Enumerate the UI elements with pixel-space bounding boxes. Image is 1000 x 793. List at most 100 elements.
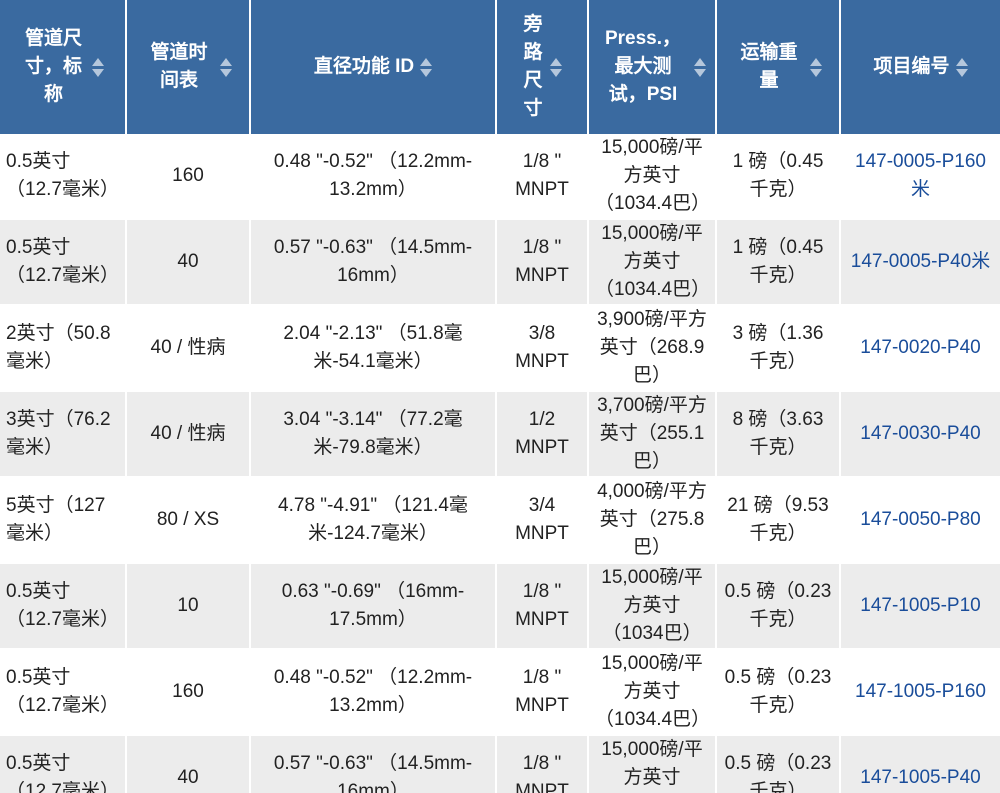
table-row: 0.5英寸（12.7毫米） 160 0.48 "-0.52" （12.2mm-13.… — [0, 649, 1000, 736]
cell-max-pressure: 15,000磅/平方英寸（1034巴） — [588, 735, 717, 793]
column-header-inner-diameter[interactable]: 直径功能 ID — [250, 0, 497, 134]
table-row: 2英寸（50.8毫米） 40 / 性病 2.04 "-2.13" （51.8毫米-5… — [0, 305, 1000, 392]
column-header-size[interactable]: 管道尺寸，标称 — [0, 0, 127, 134]
cell-bypass-size: 1/8 " MNPT — [496, 735, 589, 793]
cell-pipe-size: 3英寸（76.2毫米） — [0, 391, 127, 478]
cell-inner-diameter: 0.57 "-0.63" （14.5mm-16mm） — [250, 735, 497, 793]
sort-descending-icon — [955, 68, 968, 77]
sort-icon[interactable] — [694, 57, 706, 77]
column-header-label: 直径功能 ID — [313, 56, 415, 77]
sort-ascending-icon — [810, 57, 822, 66]
part-number-link[interactable]: 147-1005-P40 — [860, 767, 980, 788]
sort-icon[interactable] — [550, 57, 562, 77]
cell-schedule: 40 / 性病 — [126, 391, 251, 478]
part-number-link[interactable]: 147-1005-P160 — [855, 681, 986, 702]
cell-max-pressure: 4,000磅/平方英寸（275.8巴） — [588, 477, 717, 564]
part-number-link[interactable]: 147-0050-P80 — [860, 509, 980, 530]
sort-icon[interactable] — [220, 57, 232, 77]
sort-ascending-icon — [220, 57, 232, 66]
sort-ascending-icon — [694, 57, 706, 66]
sort-icon[interactable] — [420, 57, 433, 77]
sort-descending-icon — [91, 68, 104, 77]
cell-shipping-weight: 1 磅（0.45 千克） — [716, 134, 841, 220]
part-number-link[interactable]: 147-0005-P160米 — [855, 151, 986, 200]
column-header-label: 运输重量 — [740, 42, 798, 91]
cell-part-number: 147-0050-P80 — [840, 477, 1000, 564]
table-row: 3英寸（76.2毫米） 40 / 性病 3.04 "-3.14" （77.2毫米-7… — [0, 391, 1000, 478]
part-number-link[interactable]: 147-1005-P10 — [860, 595, 980, 616]
cell-schedule: 160 — [126, 649, 251, 736]
cell-inner-diameter: 0.48 "-0.52" （12.2mm-13.2mm） — [250, 649, 497, 736]
cell-bypass-size: 1/8 " MNPT — [496, 649, 589, 736]
cell-pipe-size: 0.5英寸（12.7毫米） — [0, 219, 127, 306]
sort-icon[interactable] — [810, 57, 822, 77]
cell-part-number: 147-0030-P40 — [840, 391, 1000, 478]
cell-part-number: 147-0005-P160米 — [840, 134, 1000, 220]
cell-bypass-size: 3/4 MNPT — [496, 477, 589, 564]
cell-pipe-size: 0.5英寸（12.7毫米） — [0, 649, 127, 736]
cell-part-number: 147-1005-P40 — [840, 735, 1000, 793]
cell-schedule: 160 — [126, 134, 251, 220]
cell-pipe-size: 2英寸（50.8毫米） — [0, 305, 127, 392]
part-number-link[interactable]: 147-0020-P40 — [860, 337, 980, 358]
sort-ascending-icon — [550, 57, 562, 66]
cell-inner-diameter: 4.78 "-4.91" （121.4毫米-124.7毫米） — [250, 477, 497, 564]
cell-shipping-weight: 3 磅（1.36 千克） — [716, 305, 841, 392]
cell-schedule: 80 / XS — [126, 477, 251, 564]
column-header-label: 旁路尺寸 — [523, 14, 543, 119]
cell-part-number: 147-0005-P40米 — [840, 219, 1000, 306]
cell-inner-diameter: 2.04 "-2.13" （51.8毫米-54.1毫米） — [250, 305, 497, 392]
sort-ascending-icon — [420, 57, 433, 66]
cell-part-number: 147-1005-P160 — [840, 649, 1000, 736]
sort-descending-icon — [810, 68, 822, 77]
cell-shipping-weight: 0.5 磅（0.23 千克） — [716, 563, 841, 650]
cell-max-pressure: 15,000磅/平方英寸（1034巴） — [588, 563, 717, 650]
cell-schedule: 40 — [126, 735, 251, 793]
sort-icon[interactable] — [955, 57, 968, 77]
product-spec-table: 管道尺寸，标称 管道时间表 直径功能 ID 旁路尺寸 Press.，最大测试，PSI 运输… — [0, 0, 1000, 793]
sort-ascending-icon — [955, 57, 968, 66]
part-number-link[interactable]: 147-0030-P40 — [860, 423, 980, 444]
cell-shipping-weight: 8 磅（3.63 千克） — [716, 391, 841, 478]
cell-max-pressure: 15,000磅/平方英寸（1034.4巴） — [588, 134, 717, 220]
cell-pipe-size: 0.5英寸（12.7毫米） — [0, 134, 127, 220]
cell-inner-diameter: 0.57 "-0.63" （14.5mm-16mm） — [250, 219, 497, 306]
sort-icon[interactable] — [91, 57, 104, 77]
cell-pipe-size: 5英寸（127毫米） — [0, 477, 127, 564]
column-header-label: Press.，最大测试，PSI — [604, 28, 682, 105]
sort-ascending-icon — [91, 57, 104, 66]
cell-inner-diameter: 0.48 "-0.52" （12.2mm-13.2mm） — [250, 134, 497, 220]
cell-part-number: 147-1005-P10 — [840, 563, 1000, 650]
column-header-schedule[interactable]: 管道时间表 — [126, 0, 251, 134]
cell-bypass-size: 1/2 MNPT — [496, 391, 589, 478]
header-row: 管道尺寸，标称 管道时间表 直径功能 ID 旁路尺寸 Press.，最大测试，PSI 运输… — [0, 0, 1000, 134]
cell-schedule: 40 / 性病 — [126, 305, 251, 392]
cell-bypass-size: 3/8 MNPT — [496, 305, 589, 392]
table-row: 0.5英寸（12.7毫米） 10 0.63 "-0.69" （16mm-17.5mm… — [0, 563, 1000, 650]
cell-pipe-size: 0.5英寸（12.7毫米） — [0, 735, 127, 793]
product-table-container: 管道尺寸，标称 管道时间表 直径功能 ID 旁路尺寸 Press.，最大测试，PSI 运输… — [0, 0, 1000, 793]
column-header-bypass-size[interactable]: 旁路尺寸 — [496, 0, 589, 134]
cell-shipping-weight: 0.5 磅（0.23 千克） — [716, 735, 841, 793]
cell-inner-diameter: 3.04 "-3.14" （77.2毫米-79.8毫米） — [250, 391, 497, 478]
cell-pipe-size: 0.5英寸（12.7毫米） — [0, 563, 127, 650]
cell-shipping-weight: 0.5 磅（0.23 千克） — [716, 649, 841, 736]
column-header-shipping-weight[interactable]: 运输重量 — [716, 0, 841, 134]
cell-schedule: 40 — [126, 219, 251, 306]
cell-shipping-weight: 1 磅（0.45 千克） — [716, 219, 841, 306]
cell-bypass-size: 1/8 " MNPT — [496, 219, 589, 306]
column-header-part-number[interactable]: 项目编号 — [840, 0, 1000, 134]
cell-part-number: 147-0020-P40 — [840, 305, 1000, 392]
column-header-label: 项目编号 — [873, 56, 950, 77]
table-row: 0.5英寸（12.7毫米） 40 0.57 "-0.63" （14.5mm-16mm… — [0, 219, 1000, 306]
part-number-link[interactable]: 147-0005-P40米 — [851, 251, 990, 272]
column-header-label: 管道尺寸，标称 — [24, 28, 82, 105]
table-body: 0.5英寸（12.7毫米） 160 0.48 "-0.52" （12.2mm-13.… — [0, 134, 1000, 793]
cell-max-pressure: 15,000磅/平方英寸（1034.4巴） — [588, 649, 717, 736]
column-header-max-test-pressure[interactable]: Press.，最大测试，PSI — [588, 0, 717, 134]
cell-shipping-weight: 21 磅（9.53 千克） — [716, 477, 841, 564]
cell-max-pressure: 3,900磅/平方英寸（268.9巴） — [588, 305, 717, 392]
table-row: 0.5英寸（12.7毫米） 160 0.48 "-0.52" （12.2mm-13.… — [0, 134, 1000, 220]
sort-descending-icon — [220, 68, 232, 77]
cell-max-pressure: 3,700磅/平方英寸（255.1巴） — [588, 391, 717, 478]
